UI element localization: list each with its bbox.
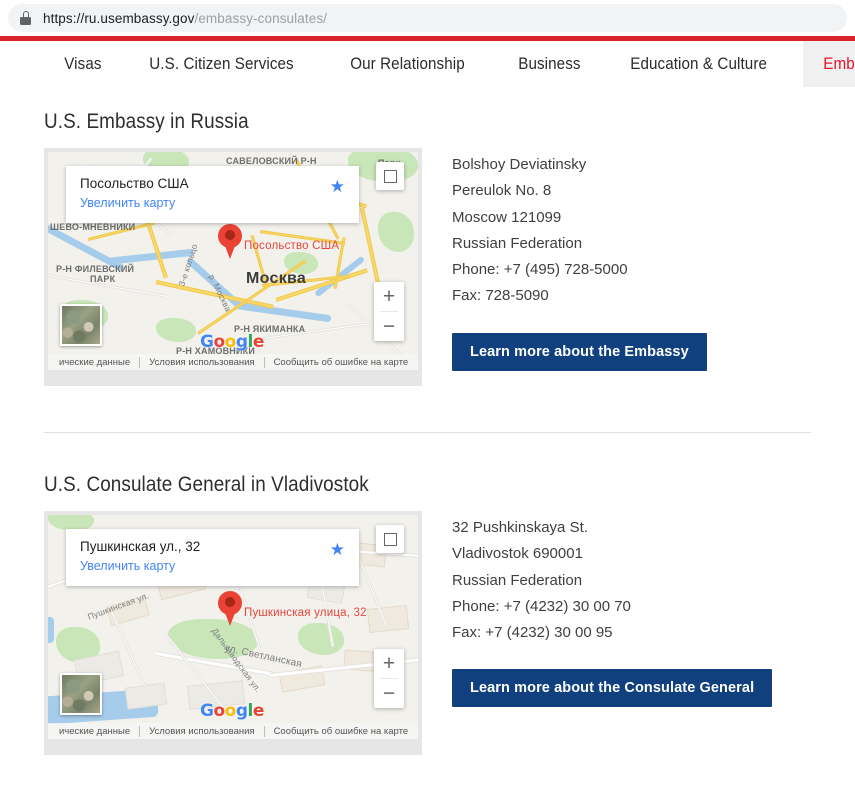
attribution-report[interactable]: Сообщить об ошибке на карте [265,357,418,368]
nav-item-education-culture[interactable]: Education & Culture [610,41,787,87]
satellite-thumbnail[interactable] [60,304,102,346]
map-zoom-controls: + − [374,282,404,341]
map-label-marker: Посольство США [244,240,340,252]
address-line: Bolshoy Deviatinsky [452,156,587,173]
address-line: Vladivostok 690001 [452,545,583,563]
address-line: Moscow 121099 [452,208,562,226]
map-label-district: САВЕЛОВСКИЙ Р-Н [226,156,317,166]
google-logo: Google [200,701,264,721]
phone-line: Phone: +7 (4232) 30 00 70 [452,597,631,615]
google-logo: Google [200,332,264,352]
map-zoom-controls: + − [374,649,404,708]
map-frame-embassy: САВЕЛОВСКИЙ Р-Н Парк ШЕВО-МНЕВНИКИ Р-Н Ф… [44,148,422,386]
fullscreen-icon[interactable] [376,162,404,190]
map-enlarge-link[interactable]: Увеличить карту [80,558,200,575]
map-frame-consulate: Пушкинская ул. ул. Светланская Дальзавод… [44,511,422,755]
map-label-district: ШЕВО-МНЕВНИКИ [50,222,136,232]
attribution-report[interactable]: Сообщить об ошибке на карте [265,726,418,737]
attribution-terms[interactable]: Условия использования [140,357,263,368]
satellite-thumbnail[interactable] [60,673,102,715]
browser-chrome: https://ru.usembassy.gov/embassy-consula… [0,0,855,36]
nav-item-visas[interactable]: Visas [44,41,122,87]
fax-line: Fax: +7 (4232) 30 00 95 [452,624,613,641]
page-title-consulate: U.S. Consulate General in Vladivostok [44,473,369,496]
nav-item-our-relationship[interactable]: Our Relationship [330,41,485,87]
map-label-city: Москва [246,270,307,287]
zoom-out-button[interactable]: − [374,679,404,708]
zoom-out-button[interactable]: − [374,312,404,341]
address-bar[interactable]: https://ru.usembassy.gov/embassy-consula… [8,4,847,32]
star-icon[interactable]: ★ [330,541,345,558]
address-block-consulate: 32 Pushkinskaya St. Vladivostok 690001 R… [422,511,811,708]
phone-line: Phone: +7 (495) 728-5000 [452,261,628,278]
map-marker-pin[interactable] [218,224,242,259]
map-consulate[interactable]: Пушкинская ул. ул. Светланская Дальзавод… [48,515,418,739]
address-line: Russian Federation [452,234,583,252]
attribution-data: ические данные [59,356,131,368]
map-label-marker: Пушкинская улица, 32 [244,607,367,619]
zoom-in-button[interactable]: + [374,282,404,311]
nav-item-business[interactable]: Business [498,41,601,87]
nav-item-us-citizen-services[interactable]: U.S. Citizen Services [129,41,314,87]
learn-more-embassy-button[interactable]: Learn more about the Embassy [452,332,707,371]
section-consulate: U.S. Consulate General in Vladivostok Пу… [44,433,811,755]
url-path: /embassy-consulates/ [194,10,328,26]
page-title-embassy: U.S. Embassy in Russia [44,110,249,133]
url-domain: https://ru.usembassy.gov [43,10,195,26]
map-label-district: Р-Н ФИЛЕВСКИЙ [56,264,135,274]
map-attribution: ические данные Условия использования Соо… [48,354,418,370]
learn-more-consulate-button[interactable]: Learn more about the Consulate General [452,669,773,708]
map-info-card[interactable]: Пушкинская ул., 32 Увеличить карту ★ [66,529,359,587]
attribution-terms[interactable]: Условия использования [140,726,263,737]
map-label-district: ПАРК [90,274,116,284]
fullscreen-icon[interactable] [376,525,404,553]
nav-item-embassy-consulates[interactable]: Embassy & Consulates [802,41,855,87]
map-enlarge-link[interactable]: Увеличить карту [80,195,189,212]
map-attribution: ические данные Условия использования Соо… [48,723,418,739]
section-embassy: U.S. Embassy in Russia САВЕЛОВСКИЙ Р-Н Ш… [44,88,811,433]
main-navigation: Visas U.S. Citizen Services Our Relation… [0,41,855,88]
star-icon[interactable]: ★ [330,178,345,195]
address-line: 32 Pushkinskaya St. [452,519,588,536]
map-embassy[interactable]: САВЕЛОВСКИЙ Р-Н Парк ШЕВО-МНЕВНИКИ Р-Н Ф… [48,152,418,370]
url-text: https://ru.usembassy.gov/embassy-consula… [43,11,327,26]
map-marker-pin[interactable] [218,591,242,626]
map-info-card-title: Пушкинская ул., 32 [80,539,201,554]
lock-icon [20,11,31,25]
page-content: U.S. Embassy in Russia САВЕЛОВСКИЙ Р-Н Ш… [0,88,855,755]
attribution-data: ические данные [59,725,131,737]
address-line: Russian Federation [452,571,583,589]
map-info-card[interactable]: Посольство США Увеличить карту ★ [66,166,359,224]
fax-line: Fax: 728-5090 [452,287,549,305]
address-line: Pereulok No. 8 [452,182,552,200]
zoom-in-button[interactable]: + [374,649,404,678]
address-block-embassy: Bolshoy Deviatinsky Pereulok No. 8 Mosco… [422,148,811,371]
map-info-card-title: Посольство США [80,176,189,191]
